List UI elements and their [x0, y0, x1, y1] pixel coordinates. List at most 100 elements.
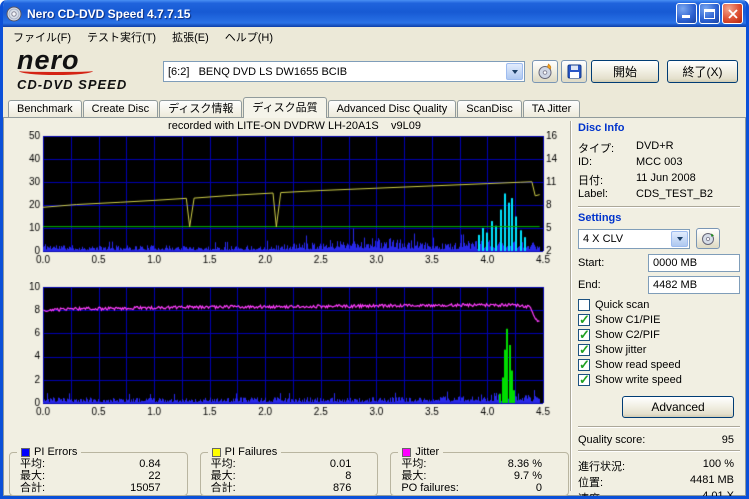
end-row: End: 4482 MB — [578, 276, 740, 294]
scan-speed-arrow-icon[interactable] — [671, 230, 688, 247]
start-row: Start: 0000 MB — [578, 254, 740, 272]
side-panel: Disc Info タイプ: DVD+R ID: MCC 003 日付: 11 … — [576, 120, 742, 496]
stats-panels: PI Errors 平均: 0.84 最大: 22 合計: 15057 PI Fail… — [9, 446, 570, 496]
stat-row: 最大: 22 — [10, 470, 187, 482]
checkbox-box — [578, 357, 590, 373]
tab-disc-quality[interactable]: ディスク品質 — [243, 97, 327, 118]
menu-help[interactable]: ヘルプ(H) — [217, 27, 281, 47]
position-value: 4481 MB — [689, 474, 734, 486]
tabbar: Benchmark Create Disc ディスク情報 ディスク品質 Adva… — [3, 97, 746, 118]
checkbox-show-jitter[interactable]: Show jitter — [578, 342, 740, 358]
scan-speed-row: 4 X CLV — [578, 228, 740, 249]
disc-label-row: Label: CDS_TEST_B2 — [578, 188, 740, 200]
pi-failures-legend: PI Failures — [207, 446, 282, 458]
stat-label: 平均: — [210, 458, 236, 470]
quality-score-value: 95 — [721, 434, 734, 446]
speed-label: 速度: — [578, 493, 604, 499]
app-window: Nero CD-DVD Speed 4.7.7.15 ファイル(F) テスト実行… — [0, 0, 749, 499]
tab-ta-jitter[interactable]: TA Jitter — [522, 100, 581, 118]
stat-value: 22 — [148, 470, 161, 482]
checkbox-quick-scan[interactable]: Quick scan — [578, 298, 740, 312]
checkbox-box — [578, 327, 590, 343]
progress-label: 進行状況: — [578, 461, 626, 473]
tab-benchmark[interactable]: Benchmark — [8, 100, 82, 118]
stat-value: 0 — [535, 482, 543, 494]
refresh-disc-icon — [702, 232, 714, 245]
checkbox-show-c2-pif[interactable]: Show C2/PIF — [578, 327, 740, 343]
start-field[interactable]: 0000 MB — [648, 254, 740, 272]
checkbox-box — [578, 312, 590, 328]
disc-label-value: CDS_TEST_B2 — [636, 188, 714, 200]
disc-id-label: ID: — [578, 156, 593, 168]
menu-extra[interactable]: 拡張(E) — [164, 27, 217, 47]
disc-id-row: ID: MCC 003 — [578, 156, 740, 168]
scan-speed-select[interactable]: 4 X CLV — [578, 228, 690, 249]
tab-create-disc[interactable]: Create Disc — [82, 100, 159, 118]
close-button[interactable] — [722, 3, 743, 24]
exit-button[interactable]: 終了(X) — [667, 60, 738, 83]
drive-select[interactable]: [6:2] BENQ DVD LS DW1655 BCIB — [163, 61, 525, 82]
checkbox-label: Show C1/PIE — [595, 314, 661, 326]
titlebar: Nero CD-DVD Speed 4.7.7.15 — [3, 0, 746, 27]
stat-value: 876 — [332, 482, 352, 494]
menu-run-test[interactable]: テスト実行(T) — [79, 27, 164, 47]
stat-label: 最大: — [20, 470, 46, 482]
checkbox-box — [578, 342, 590, 358]
disc-id-value: MCC 003 — [636, 156, 683, 168]
stat-row: 最大: 9.7 % — [391, 470, 568, 482]
burn-disc-icon — [538, 63, 551, 79]
speed-value: 4.01 X — [702, 490, 734, 499]
minimize-button[interactable] — [676, 3, 697, 24]
disc-type-value: DVD+R — [636, 140, 674, 152]
end-field[interactable]: 4482 MB — [648, 276, 740, 294]
checkbox-label: Show write speed — [595, 374, 682, 386]
nero-logo: nero CD-DVD SPEED — [17, 47, 162, 93]
maximize-button[interactable] — [699, 3, 720, 24]
nero-product-text: CD-DVD SPEED — [17, 77, 128, 92]
floppy-icon — [567, 64, 581, 79]
tab-disc-info[interactable]: ディスク情報 — [159, 100, 243, 118]
disc-date-label: 日付: — [578, 175, 604, 187]
stat-row: PO failures: 0 — [391, 482, 568, 494]
progress-value: 100 % — [702, 458, 734, 470]
end-label: End: — [578, 279, 601, 291]
stat-label: PO failures: — [401, 482, 459, 494]
progress-row: 進行状況: 100 % — [578, 458, 740, 474]
pi-failures-color-swatch — [211, 447, 221, 457]
stat-value: 8 — [345, 470, 352, 482]
pi-errors-title: PI Errors — [34, 446, 78, 458]
advanced-button[interactable]: Advanced — [622, 396, 734, 418]
checkbox-show-write-speed[interactable]: Show write speed — [578, 372, 740, 388]
stat-label: 最大: — [401, 470, 427, 482]
disc-type-row: タイプ: DVD+R — [578, 140, 740, 156]
pi-failures-jitter-chart — [9, 282, 565, 419]
stat-value: 9.7 % — [513, 470, 543, 482]
checkbox-box — [578, 372, 590, 388]
drive-select-value: [6:2] BENQ DVD LS DW1655 BCIB — [168, 65, 348, 78]
disc-type-label: タイプ: — [578, 143, 615, 155]
checkbox-show-c1-pie[interactable]: Show C1/PIE — [578, 312, 740, 328]
save-button[interactable] — [561, 60, 587, 83]
jitter-title: Jitter — [415, 446, 440, 458]
tab-advanced-disc-quality[interactable]: Advanced Disc Quality — [327, 100, 457, 118]
stat-label: 平均: — [20, 458, 46, 470]
tab-scandisc[interactable]: ScanDisc — [457, 100, 522, 118]
pi-failures-panel: PI Failures 平均: 0.01 最大: 8 合計: 876 — [199, 446, 379, 496]
stat-row: 平均: 8.36 % — [391, 458, 568, 470]
checkbox-box — [578, 299, 590, 311]
stat-value: 0.01 — [329, 458, 352, 470]
menu-file[interactable]: ファイル(F) — [5, 27, 79, 47]
disc-info-title: Disc Info — [578, 122, 625, 134]
burn-button[interactable] — [532, 60, 558, 83]
checkbox-label: Show jitter — [595, 344, 647, 356]
stat-value: 8.36 % — [507, 458, 543, 470]
menubar: ファイル(F) テスト実行(T) 拡張(E) ヘルプ(H) — [3, 27, 746, 46]
settings-title: Settings — [578, 212, 622, 224]
refresh-speed-button[interactable] — [696, 228, 720, 249]
drive-select-arrow-icon[interactable] — [506, 63, 523, 80]
start-button[interactable]: 開始 — [591, 60, 659, 83]
jitter-panel: Jitter 平均: 8.36 % 最大: 9.7 % PO failures: 0 — [390, 446, 570, 496]
disc-quality-page: recorded with LITE-ON DVDRW LH-20A1S v9L… — [3, 117, 746, 496]
pi-failures-title: PI Failures — [224, 446, 278, 458]
checkbox-show-read-speed[interactable]: Show read speed — [578, 357, 740, 373]
